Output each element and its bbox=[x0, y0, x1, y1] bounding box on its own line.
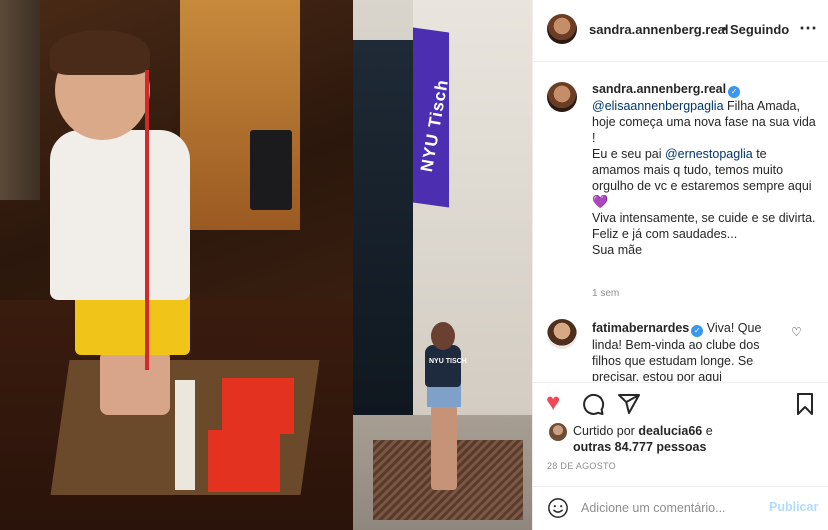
post-date[interactable]: 28 DE AGOSTO bbox=[547, 461, 616, 471]
likes-summary: Curtido por dealucia66 e outras 84.777 p… bbox=[573, 423, 813, 455]
liked-heart-icon[interactable]: ♥ bbox=[546, 391, 560, 415]
caption-line5: Sua mãe bbox=[592, 243, 643, 257]
comment-like-icon[interactable]: ♡ bbox=[791, 325, 802, 339]
following-button[interactable]: Seguindo bbox=[730, 22, 789, 37]
photo-nyu: NYU Tisch NYU TISCH bbox=[353, 0, 532, 530]
commenter-username[interactable]: fatimabernardes bbox=[592, 321, 689, 335]
author-avatar[interactable] bbox=[547, 14, 577, 44]
comment-input[interactable] bbox=[581, 497, 761, 519]
toddler-legs bbox=[100, 350, 170, 415]
red-ribbon bbox=[145, 70, 149, 370]
post-actions: ♥ Curtido por dealucia66 e outras 84.777… bbox=[533, 382, 828, 492]
photo-toddler bbox=[0, 0, 353, 530]
caption-avatar[interactable] bbox=[547, 82, 577, 112]
post-header: sandra.annenberg.real • Seguindo ⋯ bbox=[533, 0, 828, 62]
girl-shirt bbox=[425, 345, 461, 387]
dark-storefront bbox=[353, 40, 413, 430]
post-media[interactable]: NYU Tisch NYU TISCH bbox=[0, 0, 532, 530]
footprint-page bbox=[208, 430, 280, 492]
girl-shorts bbox=[427, 385, 461, 407]
comment-text: fatimabernardes ✓ Viva! Que linda! Bem-vi… bbox=[592, 320, 792, 381]
likes-count-link[interactable]: outras 84.777 pessoas bbox=[573, 440, 706, 454]
verified-badge-icon: ✓ bbox=[691, 325, 704, 337]
liked-by-user[interactable]: dealucia66 bbox=[638, 424, 702, 438]
caption-text: sandra.annenberg.real ✓ @elisaannenbergpa… bbox=[592, 81, 817, 258]
share-icon[interactable] bbox=[617, 392, 641, 416]
mention-elisa[interactable]: @elisaannenbergpaglia bbox=[592, 99, 724, 113]
bookmark-icon[interactable] bbox=[793, 392, 817, 416]
girl-legs bbox=[431, 405, 457, 490]
toddler-shirt bbox=[50, 130, 190, 300]
separator-dot: • bbox=[722, 21, 727, 36]
mention-ernesto[interactable]: @ernestopaglia bbox=[665, 147, 753, 161]
post-sidebar: sandra.annenberg.real • Seguindo ⋯ sandr… bbox=[532, 0, 828, 530]
verified-badge-icon: ✓ bbox=[728, 86, 741, 98]
commenter-avatar[interactable] bbox=[547, 319, 577, 349]
girl-head bbox=[431, 322, 455, 350]
girl-shirt-text: NYU TISCH bbox=[429, 358, 467, 365]
author-username[interactable]: sandra.annenberg.real bbox=[589, 22, 728, 37]
mirror bbox=[0, 0, 40, 200]
comments-area[interactable]: sandra.annenberg.real ✓ @elisaannenbergpa… bbox=[533, 63, 828, 381]
caption-timestamp: 1 sem bbox=[592, 288, 620, 299]
book-page bbox=[175, 380, 195, 490]
purple-heart-icon: 💜 bbox=[592, 194, 609, 209]
caption-line3: Viva intensamente, se cuide e se divirta… bbox=[592, 211, 816, 225]
caption-line4: Feliz e já com saudades... bbox=[592, 227, 738, 241]
liker-avatar[interactable] bbox=[549, 423, 567, 441]
liked-by-joiner: e bbox=[702, 424, 713, 438]
add-comment-bar: Publicar bbox=[533, 486, 828, 530]
trash-bin bbox=[250, 130, 292, 210]
publish-button[interactable]: Publicar bbox=[769, 500, 818, 514]
caption-username[interactable]: sandra.annenberg.real bbox=[592, 82, 726, 96]
instagram-post: NYU Tisch NYU TISCH sandra.annenberg.rea… bbox=[0, 0, 828, 530]
comment-icon[interactable] bbox=[581, 392, 605, 416]
handprint-page bbox=[222, 378, 294, 434]
caption-line2a: Eu e seu pai bbox=[592, 147, 665, 161]
emoji-icon[interactable] bbox=[547, 497, 569, 519]
liked-by-prefix: Curtido por bbox=[573, 424, 639, 438]
toddler-hair bbox=[50, 30, 150, 75]
more-options-icon[interactable]: ⋯ bbox=[799, 18, 818, 39]
